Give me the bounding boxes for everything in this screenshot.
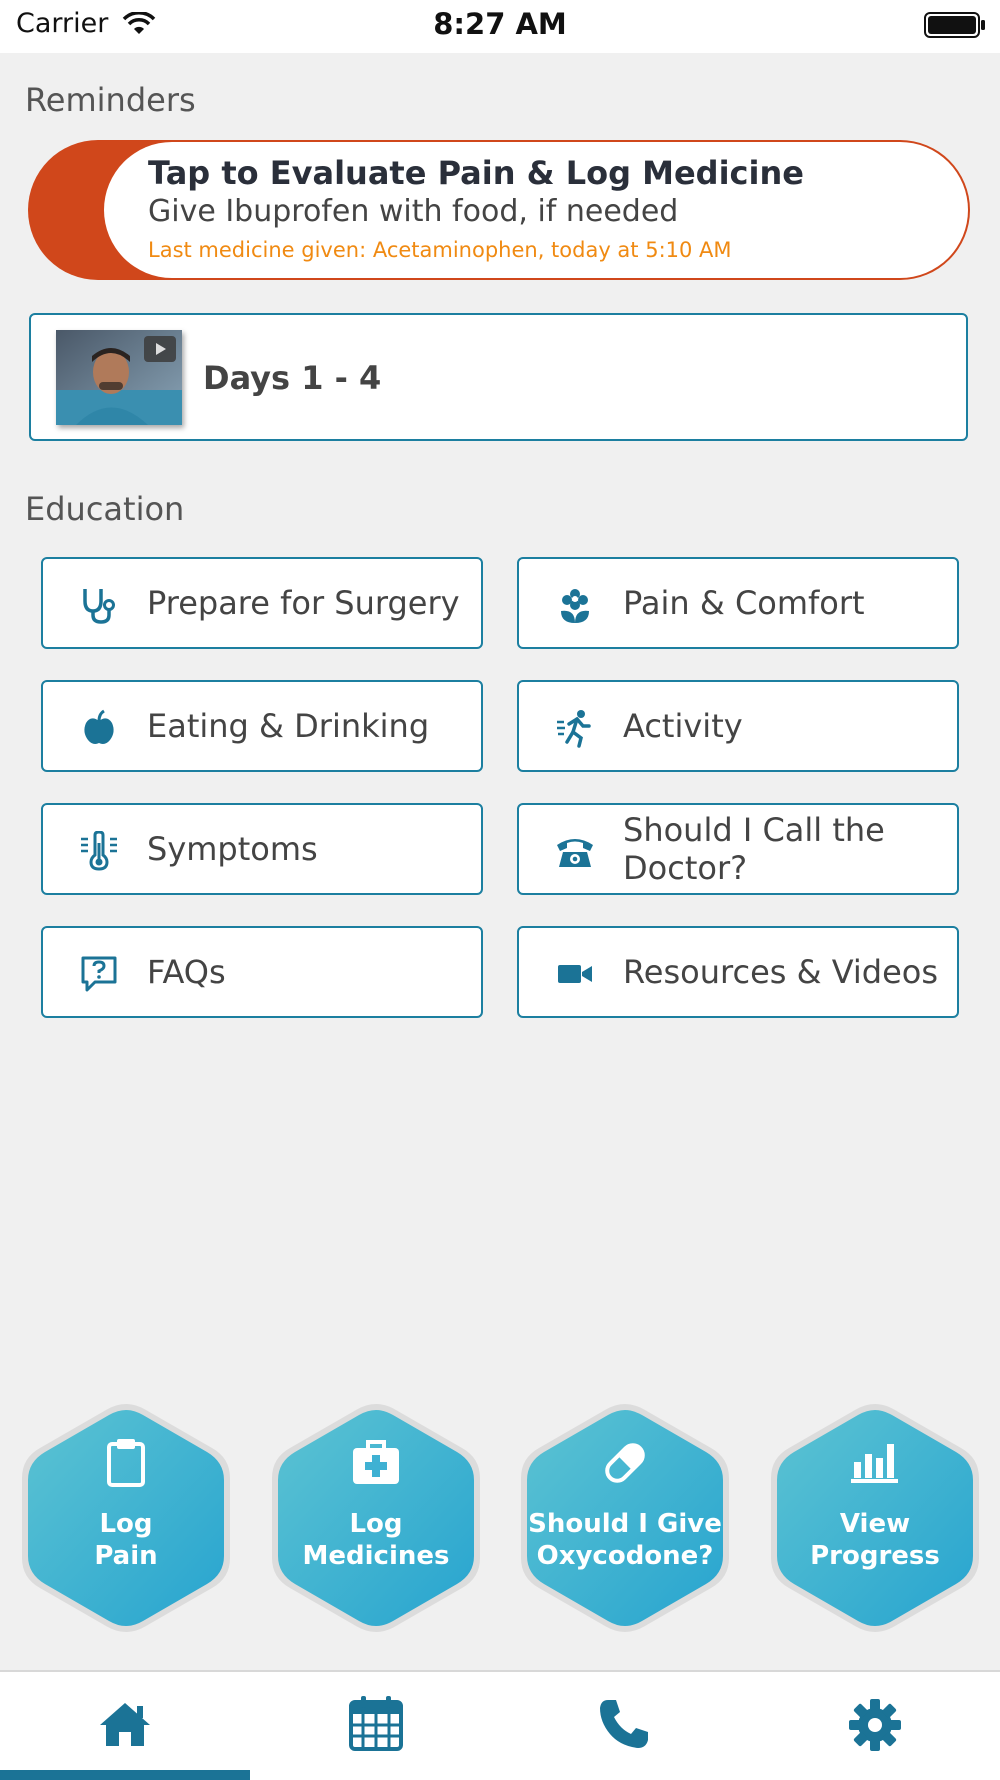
view-progress-button[interactable]: View Progress (765, 1398, 985, 1638)
question-bubble-icon (81, 956, 117, 992)
log-medicines-button[interactable]: Log Medicines (266, 1398, 486, 1638)
view-progress-label: View Progress (810, 1509, 940, 1571)
edu-label: Activity (623, 707, 743, 745)
stethoscope-icon (83, 589, 115, 624)
battery-icon (924, 12, 985, 38)
tab-bar (0, 1670, 1000, 1780)
oxycodone-label: Should I Give Oxycodone? (528, 1509, 722, 1571)
tab-settings[interactable] (750, 1672, 1000, 1780)
tab-calendar[interactable] (250, 1672, 500, 1780)
reminder-subtitle: Give Ibuprofen with food, if needed (148, 194, 679, 229)
clipboard-icon (16, 1438, 236, 1490)
video-thumbnail (56, 330, 182, 425)
video-card[interactable]: Days 1 - 4 (29, 313, 968, 441)
play-icon (144, 336, 176, 362)
bar-chart-icon (765, 1438, 985, 1490)
edu-faqs-button[interactable]: FAQs (41, 926, 483, 1018)
video-title: Days 1 - 4 (203, 359, 382, 397)
phone-icon (600, 1700, 648, 1748)
log-medicines-label: Log Medicines (302, 1509, 450, 1571)
pill-icon (515, 1438, 735, 1490)
edu-label: Symptoms (147, 830, 318, 868)
video-camera-icon (558, 965, 592, 983)
tab-phone[interactable] (500, 1672, 750, 1780)
clock: 8:27 AM (433, 7, 567, 41)
home-icon (100, 1703, 150, 1746)
log-pain-label: Log Pain (94, 1509, 158, 1571)
reminder-content: Tap to Evaluate Pain & Log Medicine Give… (104, 142, 968, 278)
status-bar: Carrier 8:27 AM (0, 0, 1000, 53)
edu-label: Should I Call the Doctor? (623, 811, 885, 887)
reminders-heading: Reminders (25, 81, 196, 119)
thermometer-icon (81, 831, 117, 871)
edu-resources-videos-button[interactable]: Resources & Videos (517, 926, 959, 1018)
edu-label: Pain & Comfort (623, 584, 865, 622)
active-tab-indicator (0, 1770, 250, 1780)
edu-activity-button[interactable]: Activity (517, 680, 959, 772)
edu-label: FAQs (147, 953, 226, 991)
gear-icon (849, 1699, 901, 1751)
oxycodone-button[interactable]: Should I Give Oxycodone? (515, 1398, 735, 1638)
edu-prepare-for-surgery-button[interactable]: Prepare for Surgery (41, 557, 483, 649)
apple-icon (84, 709, 114, 744)
last-medicine-note: Last medicine given: Acetaminophen, toda… (148, 238, 732, 262)
tab-home[interactable] (0, 1672, 250, 1780)
education-heading: Education (25, 490, 185, 528)
running-icon (557, 710, 591, 748)
edu-label: Resources & Videos (623, 953, 939, 991)
flower-icon (561, 589, 589, 623)
edu-label: Eating & Drinking (147, 707, 430, 745)
edu-pain-comfort-button[interactable]: Pain & Comfort (517, 557, 959, 649)
reminder-title: Tap to Evaluate Pain & Log Medicine (148, 154, 804, 192)
phone-icon (557, 839, 593, 867)
edu-call-doctor-button[interactable]: Should I Call the Doctor? (517, 803, 959, 895)
medical-kit-icon (266, 1438, 486, 1490)
edu-symptoms-button[interactable]: Symptoms (41, 803, 483, 895)
edu-eating-drinking-button[interactable]: Eating & Drinking (41, 680, 483, 772)
log-pain-button[interactable]: Log Pain (16, 1398, 236, 1638)
reminder-card[interactable]: Tap to Evaluate Pain & Log Medicine Give… (28, 140, 970, 280)
calendar-icon (349, 1696, 403, 1751)
edu-label: Prepare for Surgery (147, 584, 460, 622)
